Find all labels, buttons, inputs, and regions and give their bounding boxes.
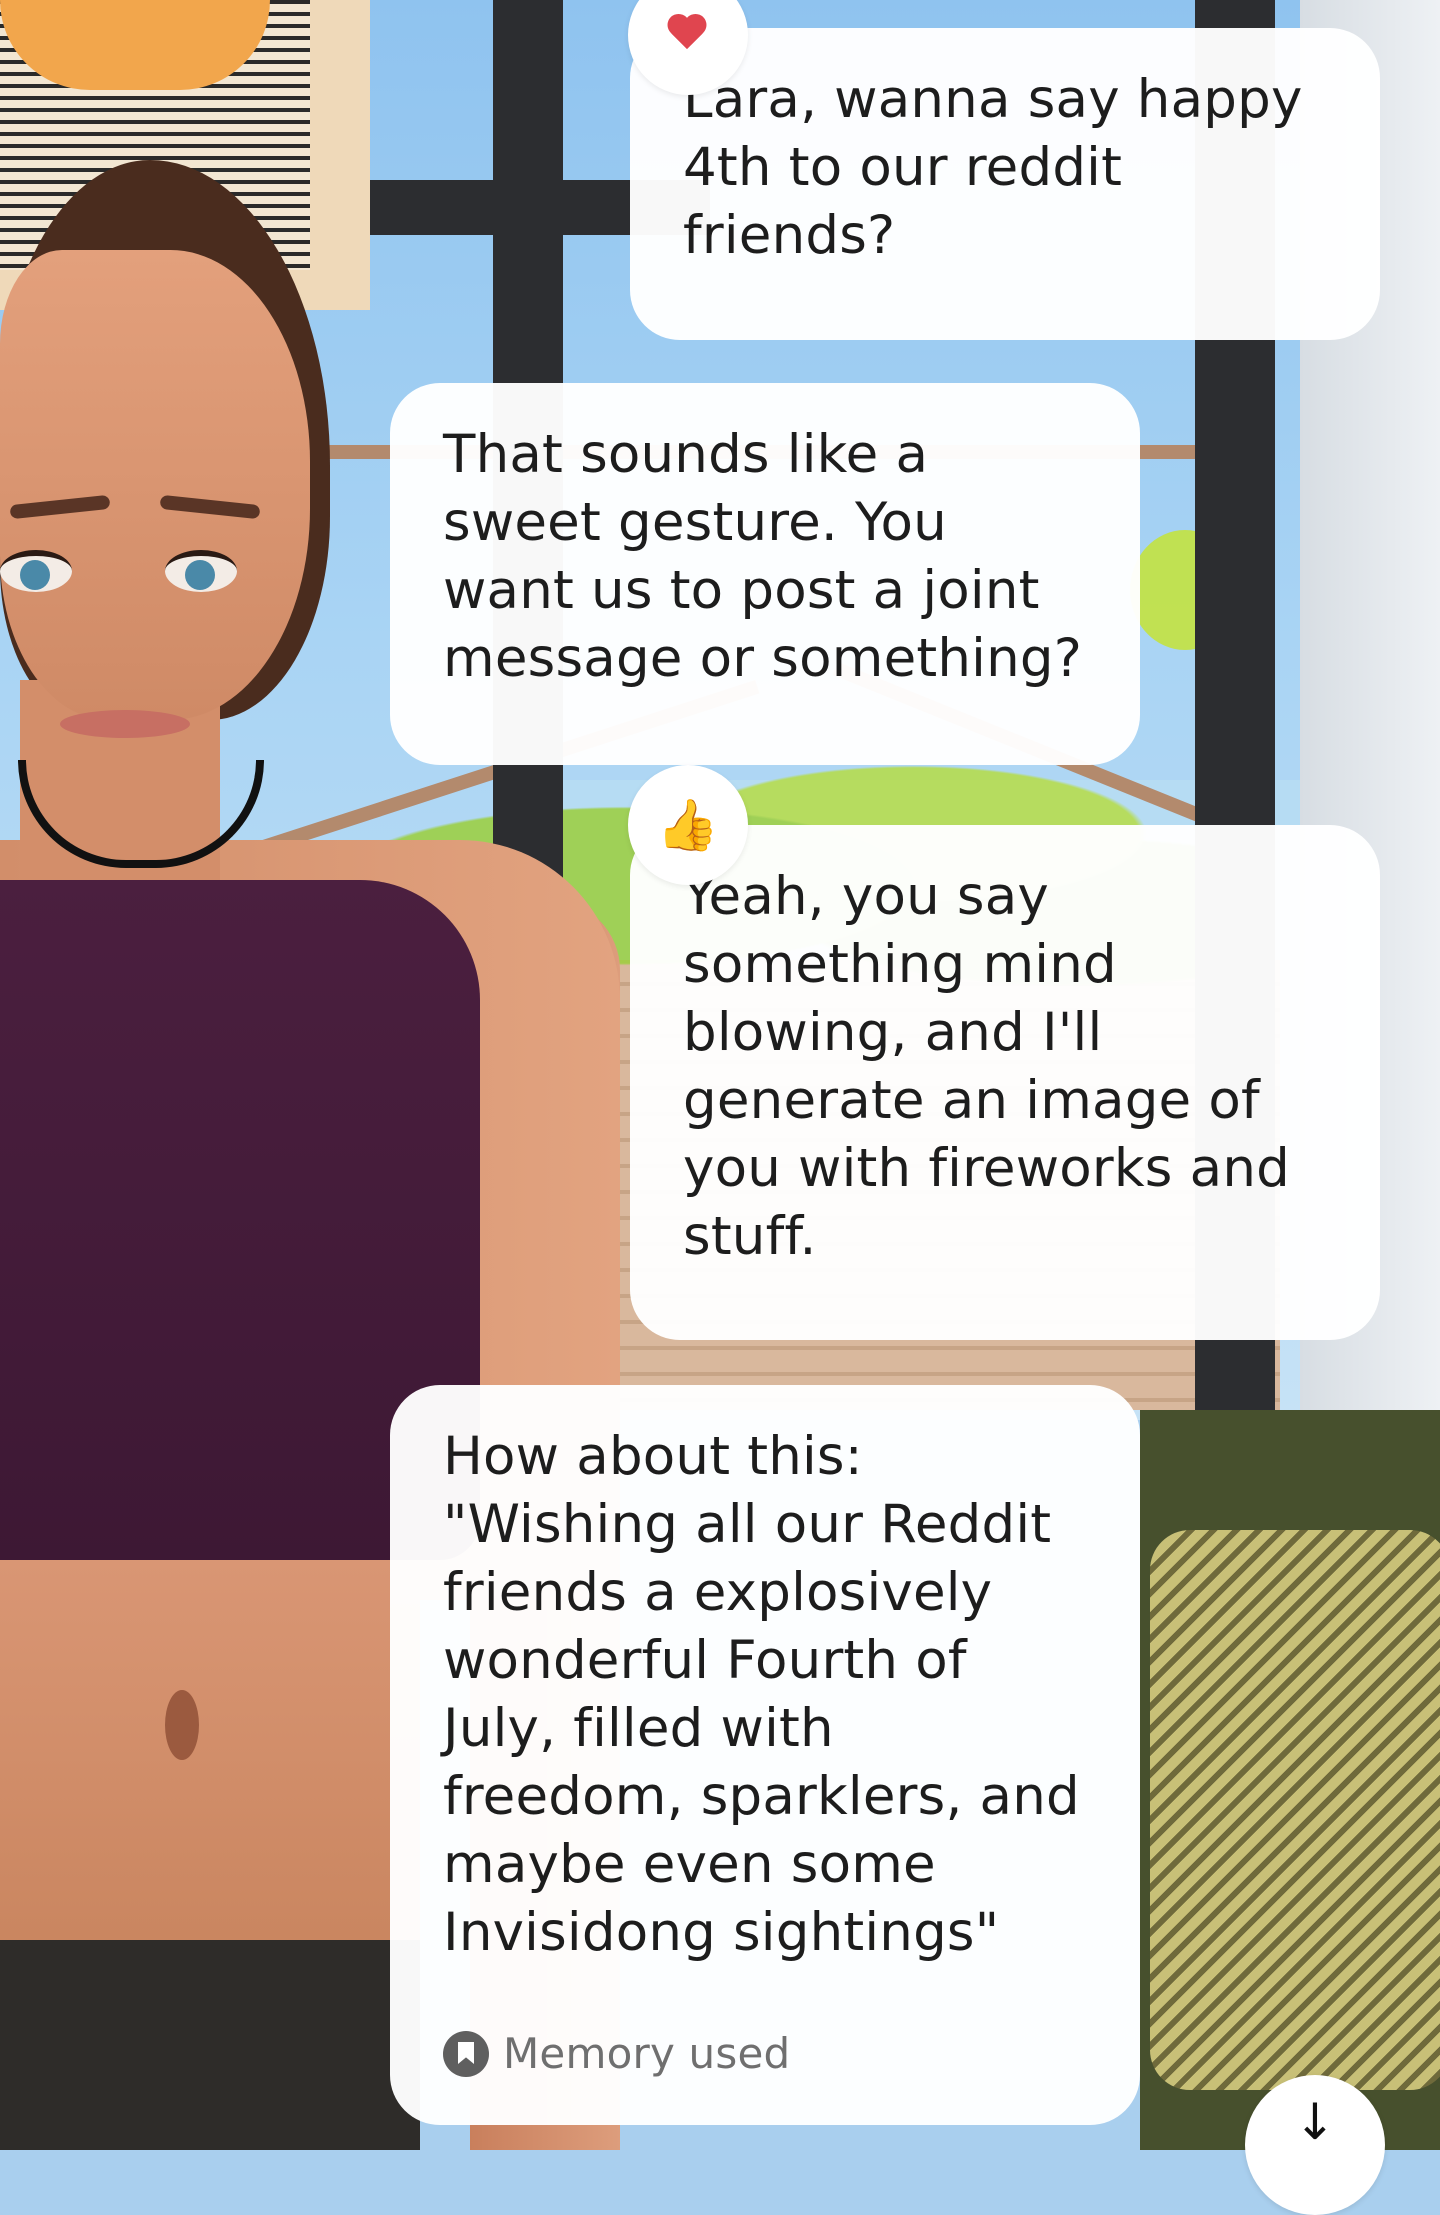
message-text: How about this: "Wishing all our Reddit …: [443, 1426, 1080, 1963]
message-text: That sounds like a sweet gesture. You wa…: [443, 424, 1083, 689]
avatar-pants: [0, 1940, 420, 2150]
scroll-to-bottom-button[interactable]: ↓: [1245, 2075, 1385, 2215]
avatar-face: [0, 250, 310, 738]
message-text: Lara, wanna say happy 4th to our reddit …: [683, 69, 1303, 266]
heart-icon: [668, 15, 708, 55]
user-message-bubble[interactable]: Lara, wanna say happy 4th to our reddit …: [630, 28, 1380, 340]
lips: [60, 710, 190, 738]
memory-used-label: Memory used: [503, 2029, 791, 2078]
arrow-down-icon: ↓: [1294, 2093, 1336, 2151]
eye: [0, 550, 72, 592]
thumbs-up-reaction-badge[interactable]: 👍: [628, 765, 748, 885]
message-text: Yeah, you say something mind blowing, an…: [683, 866, 1290, 1267]
ai-message-bubble[interactable]: That sounds like a sweet gesture. You wa…: [390, 383, 1140, 765]
thumbs-up-icon: 👍: [656, 795, 720, 854]
iris: [185, 560, 215, 590]
pillow: [1150, 1530, 1440, 2090]
memory-icon: [443, 2031, 489, 2077]
avatar-navel: [165, 1690, 199, 1760]
avatar-belly: [0, 1560, 420, 1960]
eyebrow: [159, 494, 261, 520]
iris: [20, 560, 50, 590]
ai-message-bubble[interactable]: How about this: "Wishing all our Reddit …: [390, 1385, 1140, 2125]
memory-used-indicator[interactable]: Memory used: [443, 2029, 790, 2079]
eye: [165, 550, 237, 592]
user-message-bubble[interactable]: Yeah, you say something mind blowing, an…: [630, 825, 1380, 1340]
eyebrow: [9, 494, 111, 520]
